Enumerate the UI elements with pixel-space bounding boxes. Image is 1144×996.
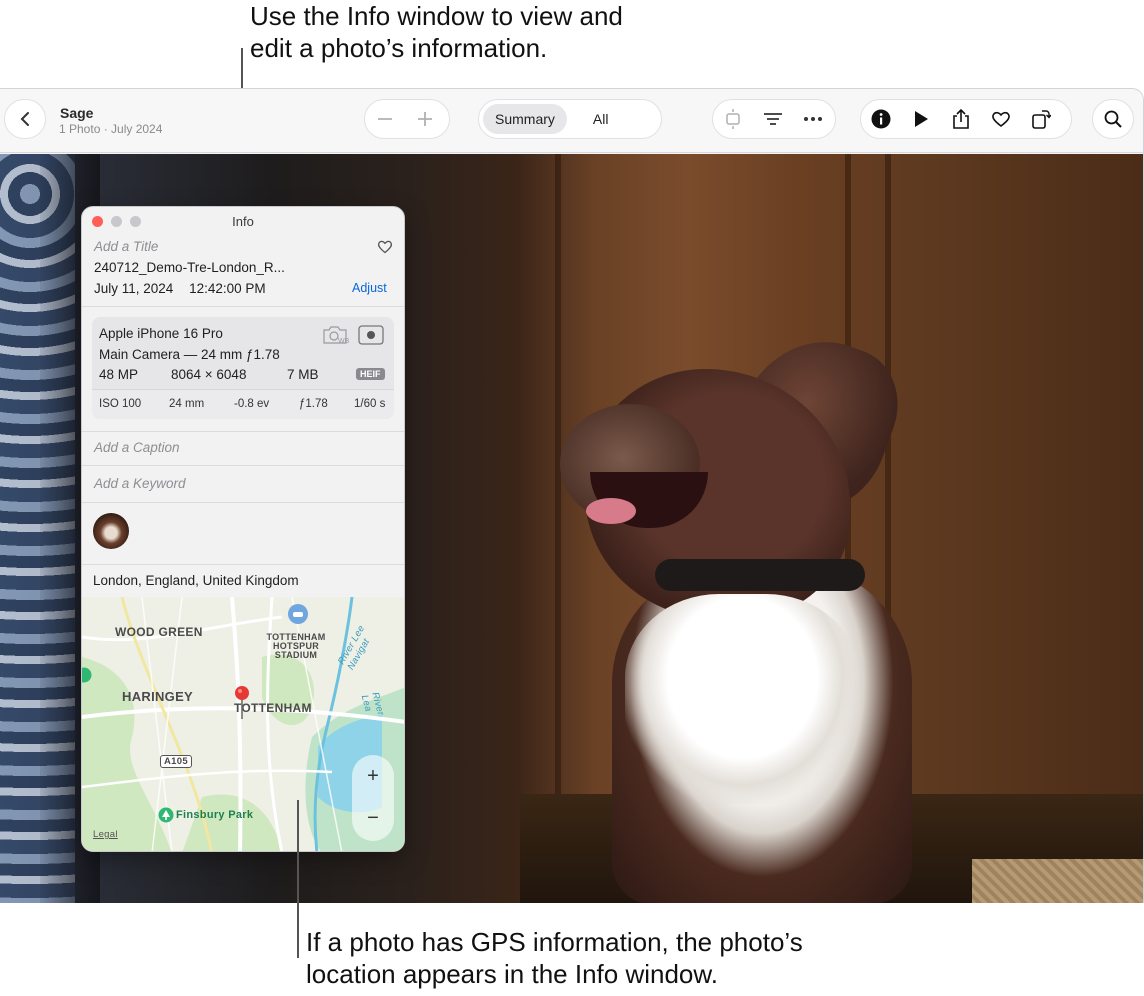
filter-icon (764, 113, 782, 125)
share-button[interactable] (941, 100, 981, 138)
camera-info-card: Apple iPhone 16 Pro Main Camera — 24 mm … (92, 317, 394, 419)
megapixels: 48 MP (99, 367, 139, 382)
filter-button[interactable] (753, 100, 793, 138)
format-badge: HEIF (356, 368, 385, 380)
more-icon (804, 117, 822, 121)
segment-all[interactable]: All (581, 104, 621, 134)
cabinet-edge (555, 154, 561, 903)
zoom-out-button[interactable] (365, 100, 405, 138)
rotate-icon (1032, 110, 1051, 129)
divider (82, 564, 404, 565)
callout-line: edit a photo’s information. (250, 33, 548, 63)
info-button[interactable] (861, 100, 901, 138)
callout-line: Use the Info window to view and (250, 1, 623, 31)
svg-text:WB: WB (338, 338, 349, 345)
adjust-date-button[interactable]: Adjust (352, 281, 387, 295)
map-poi-icon (82, 667, 92, 683)
favorite-icon (992, 111, 1010, 128)
info-titlebar[interactable]: Info (82, 207, 404, 235)
info-icon (871, 109, 891, 129)
search-icon (1104, 110, 1122, 128)
camera-lens: Main Camera — 24 mm ƒ1.78 (99, 347, 280, 362)
park-icon (158, 807, 174, 823)
location-label: London, England, United Kingdom (93, 573, 299, 588)
filename: 240712_Demo-Tre-London_R... (94, 260, 285, 275)
view-options-group (712, 99, 836, 139)
shutter-speed: 1/60 s (354, 398, 386, 410)
camera-device: Apple iPhone 16 Pro (99, 326, 223, 341)
date-time[interactable]: July 11, 2024 12:42:00 PM (94, 281, 266, 296)
map-label-stadium: TOTTENHAM HOTSPUR STADIUM (266, 633, 326, 660)
rug (972, 859, 1143, 903)
map-legal-link[interactable]: Legal (93, 829, 118, 840)
title-field[interactable]: Add a Title (94, 239, 158, 254)
zoom-in-icon (418, 112, 432, 126)
time: 12:42:00 PM (189, 281, 266, 296)
map-pin-icon (235, 686, 249, 719)
iso: ISO 100 (99, 398, 142, 410)
callout-line: If a photo has GPS information, the phot… (306, 927, 803, 957)
map-label-line: STADIUM (274, 650, 318, 660)
callout-info-window: Use the Info window to view and edit a p… (250, 0, 770, 64)
callout-leader-bottom (297, 800, 299, 958)
info-window: Info Add a Title 240712_Demo-Tre-London_… (81, 206, 405, 852)
dog-collar (655, 559, 865, 591)
date: July 11, 2024 (94, 281, 174, 296)
album-subtitle: 1 Photo · July 2024 (59, 122, 163, 136)
divider (82, 502, 404, 503)
map-zoom-out-button[interactable]: − (352, 807, 394, 830)
divider (82, 465, 404, 466)
rotate-button[interactable] (1021, 100, 1061, 138)
zoom-in-button[interactable] (405, 100, 445, 138)
share-icon (953, 108, 969, 129)
back-button[interactable] (4, 99, 46, 139)
toolbar: Sage 1 Photo · July 2024 Summary All (0, 89, 1143, 153)
search-button[interactable] (1092, 99, 1134, 139)
play-button[interactable] (901, 100, 941, 138)
exposure-details: ISO 100 24 mm -0.8 ev ƒ1.78 1/60 s (92, 389, 394, 419)
back-icon (20, 112, 29, 126)
divider (82, 431, 404, 432)
view-segmented-control: Summary All (478, 99, 662, 139)
focal-length: 24 mm (169, 398, 205, 410)
aspect-button[interactable] (713, 100, 753, 138)
caption-field[interactable]: Add a Caption (94, 440, 180, 455)
map-zoom-controls: + − (352, 755, 394, 841)
map-label-finsbury-park: Finsbury Park (176, 809, 254, 821)
divider (82, 306, 404, 307)
favorite-button[interactable] (981, 100, 1021, 138)
exposure-value: -0.8 ev (234, 398, 270, 410)
photo-actions-group (860, 99, 1072, 139)
map-label-wood-green: WOOD GREEN (115, 625, 203, 639)
stadium-icon (288, 604, 308, 624)
aperture: ƒ1.78 (299, 398, 328, 410)
more-button[interactable] (793, 100, 833, 138)
info-window-title: Info (232, 214, 254, 229)
location-map[interactable]: WOOD GREEN TOTTENHAM HOTSPUR STADIUM HAR… (82, 597, 404, 851)
aspect-icon (726, 109, 740, 129)
zoom-out-icon (378, 118, 392, 120)
segment-summary[interactable]: Summary (483, 104, 567, 134)
zoom-controls (364, 99, 450, 139)
camera-wb-icon: WB (323, 326, 349, 345)
live-photo-icon (358, 325, 384, 345)
callout-gps-location: If a photo has GPS information, the phot… (306, 926, 946, 990)
dog-tongue (586, 498, 636, 524)
play-icon (915, 111, 928, 127)
file-size: 7 MB (287, 367, 319, 382)
map-road-a105: A105 (160, 755, 192, 768)
favorite-icon[interactable] (377, 239, 393, 254)
map-zoom-in-button[interactable]: + (352, 765, 394, 788)
map-label-haringey: HARINGEY (122, 689, 194, 704)
album-title: Sage (60, 105, 94, 121)
keyword-field[interactable]: Add a Keyword (94, 476, 186, 491)
person-avatar[interactable] (93, 513, 129, 549)
dimensions: 8064 × 6048 (171, 367, 247, 382)
callout-line: location appears in the Info window. (306, 959, 718, 989)
dog-chest (625, 594, 860, 804)
